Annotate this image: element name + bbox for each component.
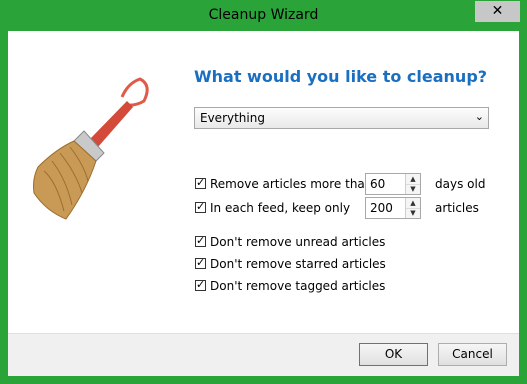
broom-icon bbox=[33, 77, 149, 220]
dialog-client-area: What would you like to cleanup? Everythi… bbox=[8, 31, 519, 376]
days-value: 60 bbox=[370, 177, 386, 191]
days-stepper-buttons[interactable]: ▲ ▼ bbox=[405, 174, 420, 194]
scope-select[interactable]: Everything ⌄ bbox=[194, 107, 489, 129]
keep-starred-checkbox[interactable] bbox=[195, 256, 206, 269]
keep-tagged-label: Don't remove tagged articles bbox=[210, 279, 386, 293]
keep-starred-label: Don't remove starred articles bbox=[210, 257, 386, 271]
days-stepper[interactable]: 60 ▲ ▼ bbox=[365, 173, 421, 195]
older-than-checkbox[interactable] bbox=[195, 176, 206, 189]
keep-unread-checkbox[interactable] bbox=[195, 234, 206, 247]
scope-select-value: Everything bbox=[200, 111, 265, 125]
ok-button[interactable]: OK bbox=[359, 343, 428, 366]
keep-tagged-checkbox[interactable] bbox=[195, 278, 206, 291]
keep-unread-label: Don't remove unread articles bbox=[210, 235, 386, 249]
days-suffix: days old bbox=[435, 177, 486, 191]
dialog-footer: OK Cancel bbox=[8, 333, 519, 376]
close-button[interactable]: ✕ bbox=[475, 1, 520, 22]
chevron-down-icon: ⌄ bbox=[474, 110, 484, 123]
decrement-icon[interactable]: ▼ bbox=[406, 184, 420, 194]
older-than-label: Remove articles more than bbox=[210, 177, 373, 191]
keep-only-checkbox[interactable] bbox=[195, 200, 206, 213]
articles-suffix: articles bbox=[435, 201, 479, 215]
cancel-button[interactable]: Cancel bbox=[438, 343, 507, 366]
cleanup-wizard-window: Cleanup Wizard ✕ What would you like to … bbox=[0, 0, 527, 384]
window-title: Cleanup Wizard bbox=[208, 7, 319, 23]
articles-value: 200 bbox=[370, 201, 393, 215]
articles-stepper-buttons[interactable]: ▲ ▼ bbox=[405, 198, 420, 218]
keep-only-label: In each feed, keep only bbox=[210, 201, 351, 215]
articles-stepper[interactable]: 200 ▲ ▼ bbox=[365, 197, 421, 219]
page-heading: What would you like to cleanup? bbox=[194, 67, 488, 86]
decrement-icon[interactable]: ▼ bbox=[406, 208, 420, 218]
title-bar[interactable]: Cleanup Wizard ✕ bbox=[0, 0, 527, 31]
